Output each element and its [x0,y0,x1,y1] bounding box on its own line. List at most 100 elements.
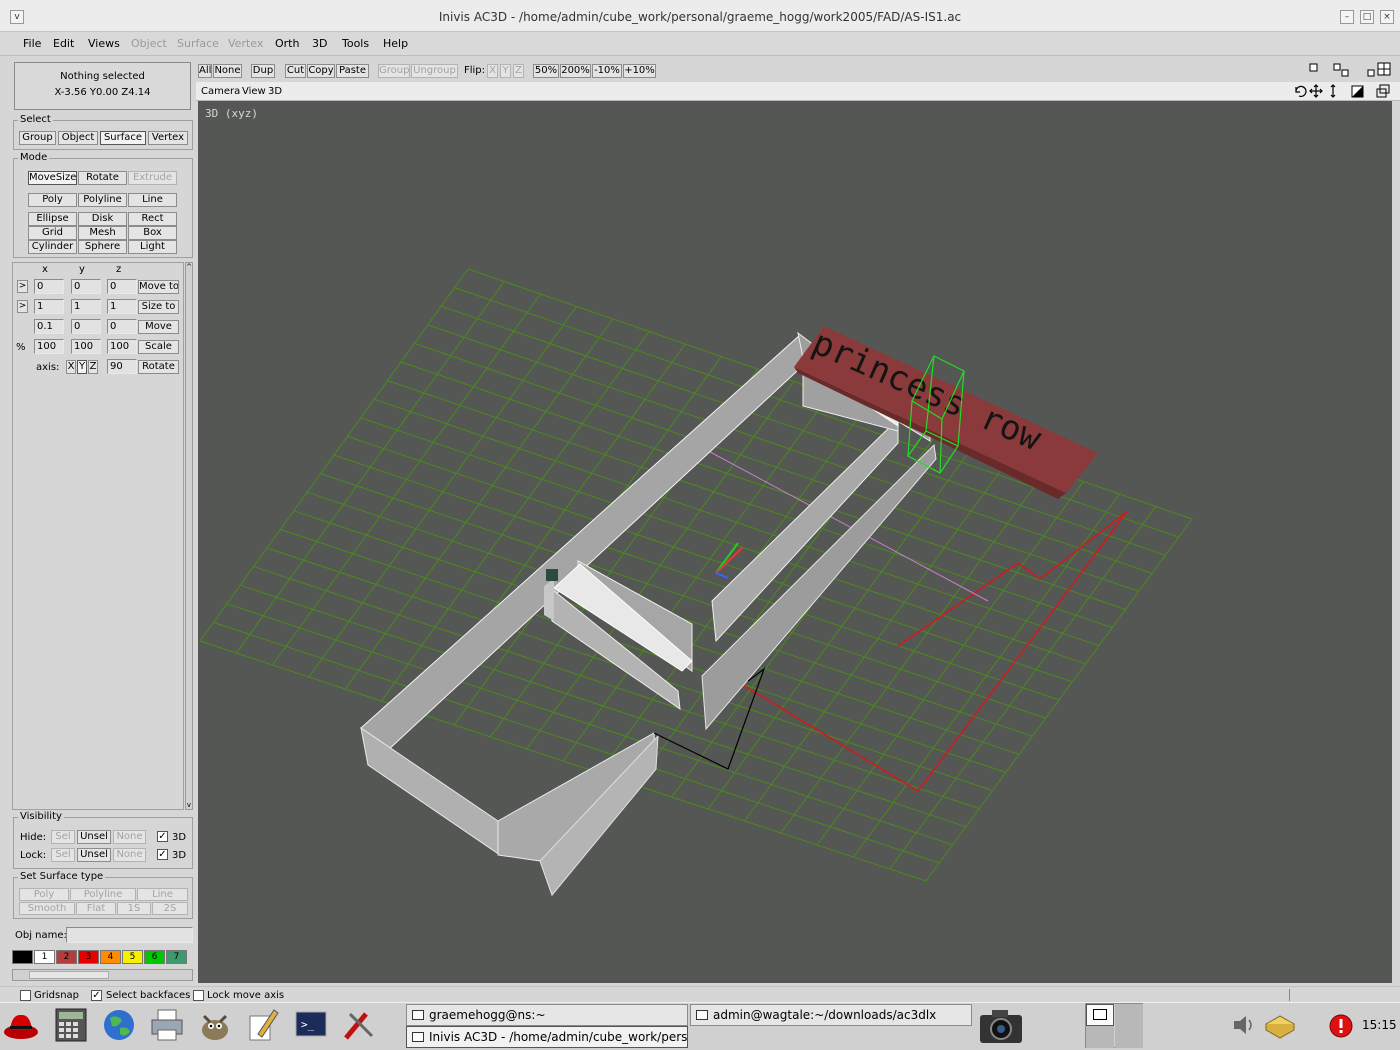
task-terminal-admin[interactable]: admin@wagtale:~/downloads/ac3dlx [690,1004,972,1026]
menu-tools[interactable]: Tools [342,37,369,50]
gimp-icon[interactable] [196,1006,234,1044]
select-all-button[interactable]: All [198,64,212,78]
scale-button[interactable]: Scale [138,340,179,354]
flip-x-button[interactable]: X [487,64,498,78]
group-button[interactable]: Group [378,64,410,78]
palette-swatch-4[interactable]: 4 [100,950,121,964]
close-button[interactable]: × [1380,10,1394,24]
lock-unsel-button[interactable]: Unsel [77,848,111,862]
lock-move-axis-checkbox[interactable] [193,990,204,1001]
viewport-camera-menu[interactable]: Camera [201,86,240,97]
size-to-expand-button[interactable]: > [17,300,28,313]
view-layout-icons[interactable] [1306,60,1400,80]
move-x-field[interactable]: 0.1 [34,319,64,334]
viewport-view-menu[interactable]: View [242,86,266,97]
move-to-y-field[interactable]: 0 [71,279,101,294]
rotate-button[interactable]: Rotate [138,360,179,374]
scale-x-field[interactable]: 100 [34,339,64,354]
3d-viewport[interactable]: 3D (xyz) princess row [198,101,1392,983]
size-to-x-field[interactable]: 1 [34,299,64,314]
menu-orth[interactable]: Orth [275,37,299,50]
transform-scrollbar[interactable]: ^ v [185,262,193,810]
notes-icon[interactable] [1262,1010,1298,1040]
lock-sel-button[interactable]: Sel [51,848,75,862]
move-z-field[interactable]: 0 [107,319,137,334]
mode-light-button[interactable]: Light [128,240,177,254]
copy-button[interactable]: Copy [307,64,335,78]
surface-flat-button[interactable]: Flat [76,902,116,915]
mode-poly-button[interactable]: Poly [28,193,77,207]
mode-rotate-button[interactable]: Rotate [78,171,127,185]
ungroup-button[interactable]: Ungroup [411,64,458,78]
obj-name-field[interactable] [66,927,193,943]
select-vertex-button[interactable]: Vertex [148,131,188,145]
zoom-200-button[interactable]: 200% [560,64,591,78]
mode-ellipse-button[interactable]: Ellipse [28,212,77,226]
mode-grid-button[interactable]: Grid [28,226,77,240]
workspace-1[interactable] [1086,1004,1114,1026]
mode-polyline-button[interactable]: Polyline [78,193,127,207]
viewport-3d-menu[interactable]: 3D [268,86,282,97]
size-to-y-field[interactable]: 1 [71,299,101,314]
palette-swatch-0[interactable] [12,950,33,964]
alert-icon[interactable] [1328,1013,1354,1039]
palette-swatch-6[interactable]: 6 [144,950,165,964]
mode-sphere-button[interactable]: Sphere [78,240,127,254]
lock-none-button[interactable]: None [113,848,146,862]
browser-globe-icon[interactable] [100,1006,138,1044]
palette-swatch-2[interactable]: 2 [56,950,77,964]
flip-z-button[interactable]: Z [513,64,524,78]
workspace-4[interactable] [1115,1026,1143,1048]
size-to-z-field[interactable]: 1 [107,299,137,314]
mode-line-button[interactable]: Line [128,193,177,207]
printer-icon[interactable] [148,1006,186,1044]
calculator-icon[interactable] [52,1006,90,1044]
menu-help[interactable]: Help [383,37,408,50]
mode-extrude-button[interactable]: Extrude [128,171,177,185]
volume-icon[interactable] [1230,1012,1256,1038]
cut-button[interactable]: Cut [285,64,306,78]
workspace-2[interactable] [1115,1004,1143,1026]
maximize-button[interactable]: □ [1360,10,1374,24]
palette-scrollbar[interactable] [12,969,193,981]
menu-file[interactable]: File [23,37,41,50]
scene-canvas[interactable]: princess row [198,101,1392,983]
zoom-in-button[interactable]: +10% [623,64,656,78]
screenshot-camera-icon[interactable] [978,1005,1024,1047]
move-to-x-field[interactable]: 0 [34,279,64,294]
zoom-out-button[interactable]: -10% [592,64,622,78]
move-to-expand-button[interactable]: > [17,280,28,293]
mode-movesize-button[interactable]: MoveSize [28,171,77,185]
mode-mesh-button[interactable]: Mesh [78,226,127,240]
axis-y-button[interactable]: Y [77,360,87,374]
task-terminal-graemehogg[interactable]: graemehogg@ns:~ [406,1004,688,1026]
flip-y-button[interactable]: Y [500,64,511,78]
surface-1s-button[interactable]: 1S [117,902,151,915]
select-group-button[interactable]: Group [19,131,56,145]
menu-vertex[interactable]: Vertex [228,37,263,50]
zoom-50-button[interactable]: 50% [533,64,559,78]
menu-edit[interactable]: Edit [53,37,74,50]
surface-2s-button[interactable]: 2S [152,902,188,915]
redhat-icon[interactable] [2,1006,40,1044]
select-object-button[interactable]: Object [58,131,98,145]
axis-x-button[interactable]: X [66,360,76,374]
rotate-angle-field[interactable]: 90 [107,359,137,374]
mode-disk-button[interactable]: Disk [78,212,127,226]
tools-icon[interactable] [340,1006,378,1044]
menu-object[interactable]: Object [131,37,167,50]
palette-swatch-3[interactable]: 3 [78,950,99,964]
mode-box-button[interactable]: Box [128,226,177,240]
select-surface-button[interactable]: Surface [100,131,146,145]
move-y-field[interactable]: 0 [71,319,101,334]
size-to-button[interactable]: Size to [138,300,179,314]
axis-z-button[interactable]: Z [88,360,98,374]
hide-none-button[interactable]: None [113,830,146,844]
text-editor-icon[interactable] [244,1006,282,1044]
paste-button[interactable]: Paste [336,64,369,78]
surface-polyline-button[interactable]: Polyline [70,888,136,901]
surface-line-button[interactable]: Line [137,888,188,901]
mode-rect-button[interactable]: Rect [128,212,177,226]
move-button[interactable]: Move [138,320,179,334]
terminal-icon[interactable]: >_ [292,1006,330,1044]
